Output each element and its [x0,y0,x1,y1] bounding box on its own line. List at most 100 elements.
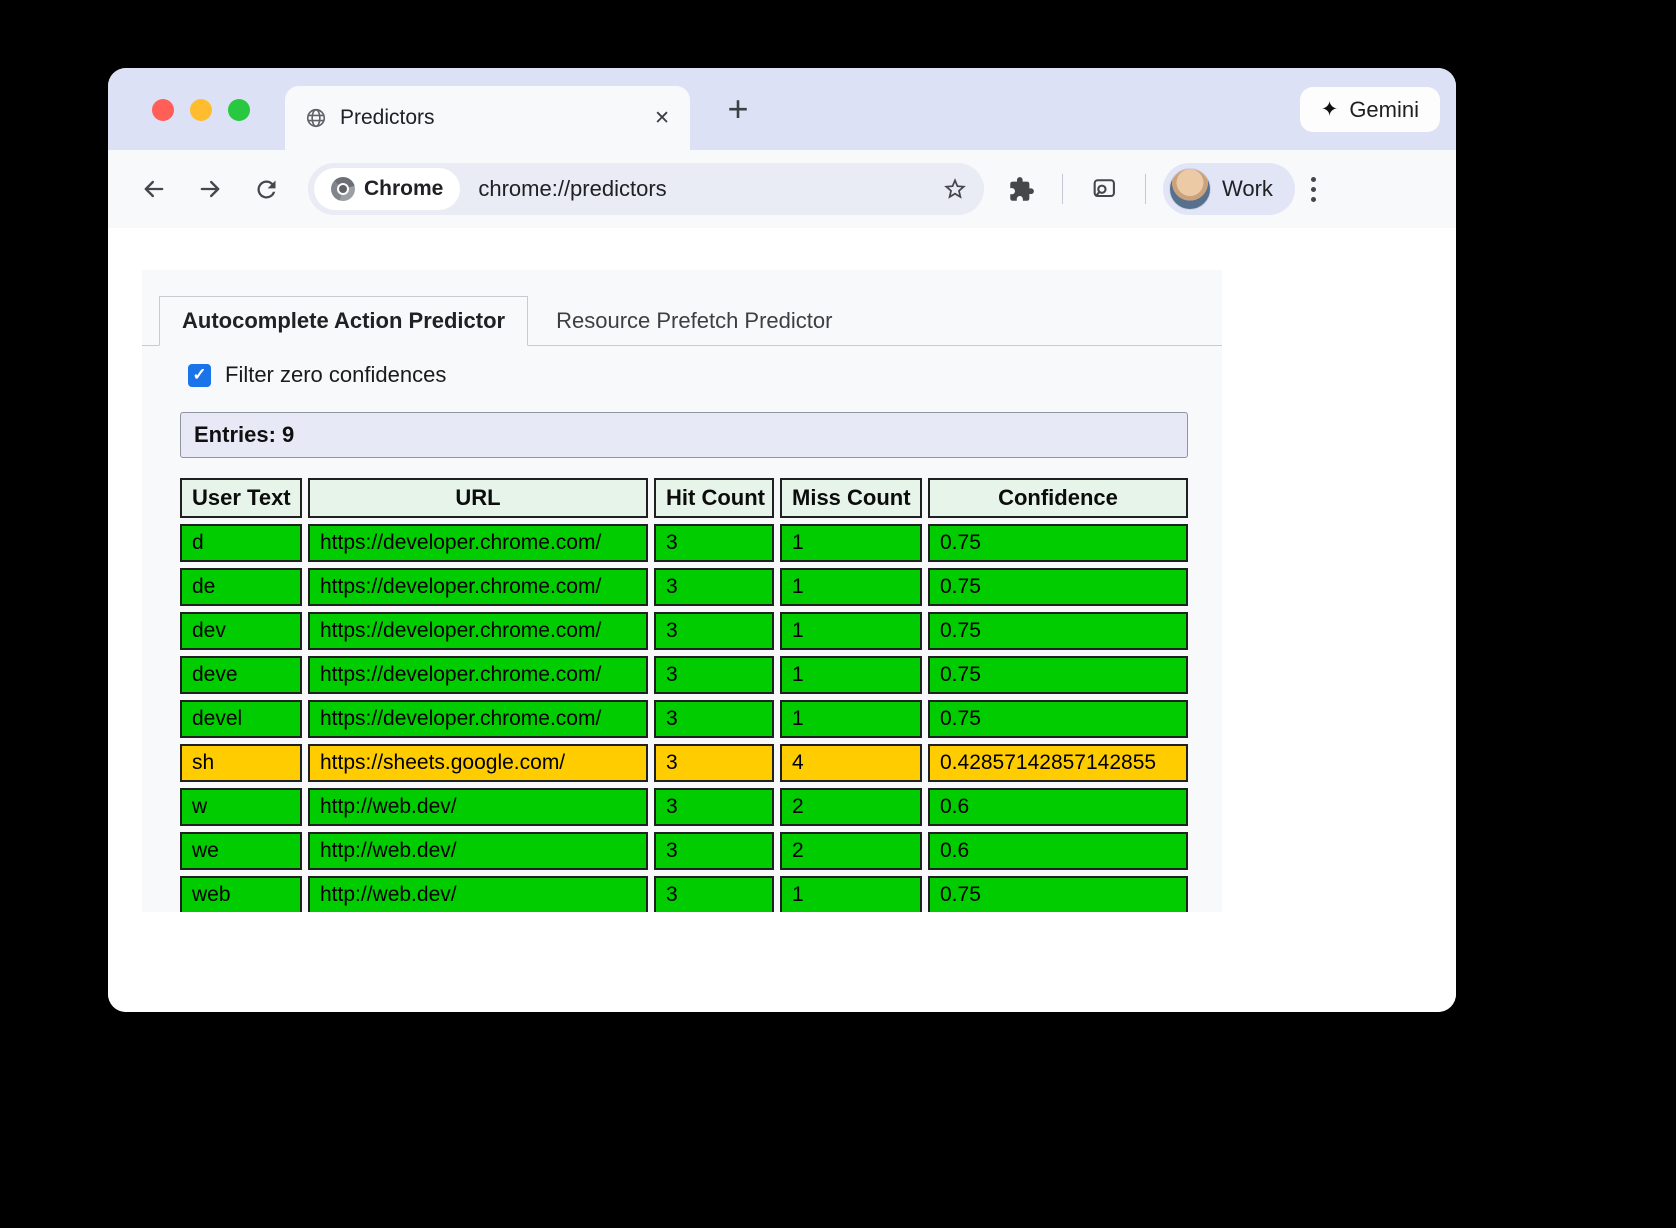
cell-confidence: 0.75 [928,568,1188,606]
browser-menu-button[interactable] [1311,177,1316,202]
cell-url: https://developer.chrome.com/ [308,568,648,606]
cell-hit-count: 3 [654,876,774,912]
cell-url: https://sheets.google.com/ [308,744,648,782]
cell-miss-count: 1 [780,524,922,562]
browser-tab-predictors[interactable]: Predictors ✕ [285,86,690,150]
forward-button[interactable] [187,166,233,212]
cell-confidence: 0.75 [928,656,1188,694]
cell-hit-count: 3 [654,568,774,606]
cell-hit-count: 3 [654,788,774,826]
cell-url: https://developer.chrome.com/ [308,524,648,562]
cell-hit-count: 3 [654,832,774,870]
tab-title: Predictors [340,106,641,130]
cell-url: https://developer.chrome.com/ [308,612,648,650]
table-row: de https://developer.chrome.com/ 3 1 0.7… [180,568,1188,606]
address-bar[interactable]: Chrome chrome://predictors [308,163,984,215]
chrome-logo-icon [331,177,355,201]
table-row: dev https://developer.chrome.com/ 3 1 0.… [180,612,1188,650]
navigation-bar: Chrome chrome://predictors [108,150,1456,228]
cell-user-text: devel [180,700,302,738]
cell-miss-count: 2 [780,788,922,826]
cell-user-text: d [180,524,302,562]
toolbar-divider [1145,174,1146,204]
cell-confidence: 0.75 [928,524,1188,562]
header-hit-count: Hit Count [654,478,774,518]
profile-avatar [1169,168,1211,210]
traffic-lights [152,99,250,121]
cell-hit-count: 3 [654,744,774,782]
cell-user-text: deve [180,656,302,694]
cell-miss-count: 1 [780,568,922,606]
table-row: devel https://developer.chrome.com/ 3 1 … [180,700,1188,738]
profile-chip[interactable]: Work [1163,163,1295,215]
cell-hit-count: 3 [654,656,774,694]
table-row: web http://web.dev/ 3 1 0.75 [180,876,1188,912]
reload-button[interactable] [243,166,289,212]
cell-url: http://web.dev/ [308,876,648,912]
cell-user-text: web [180,876,302,912]
browser-window: Predictors ✕ + ✦ Gemini C [108,68,1456,1012]
cell-confidence: 0.75 [928,612,1188,650]
profile-name: Work [1222,176,1273,202]
extensions-button[interactable] [998,166,1044,212]
url-text: chrome://predictors [478,176,666,202]
gemini-spark-icon: ✦ [1321,97,1339,122]
chrome-badge-label: Chrome [364,177,443,201]
header-url: URL [308,478,648,518]
cell-user-text: dev [180,612,302,650]
cell-miss-count: 1 [780,700,922,738]
predictor-table-body: d https://developer.chrome.com/ 3 1 0.75… [180,524,1188,912]
tab-search-button[interactable] [1081,166,1127,212]
cell-url: http://web.dev/ [308,788,648,826]
cell-confidence: 0.6 [928,788,1188,826]
cell-hit-count: 3 [654,524,774,562]
cell-user-text: sh [180,744,302,782]
entries-count: Entries: 9 [180,412,1188,458]
table-row: d https://developer.chrome.com/ 3 1 0.75 [180,524,1188,562]
predictors-panel: Autocomplete Action Predictor Resource P… [142,270,1222,912]
cell-confidence: 0.75 [928,700,1188,738]
zoom-window-button[interactable] [228,99,250,121]
table-row: w http://web.dev/ 3 2 0.6 [180,788,1188,826]
close-window-button[interactable] [152,99,174,121]
bookmark-star-icon[interactable] [942,176,968,202]
cell-confidence: 0.42857142857142855 [928,744,1188,782]
toolbar-divider [1062,174,1063,204]
cell-miss-count: 1 [780,656,922,694]
filter-row: Filter zero confidences [188,362,1222,388]
back-button[interactable] [131,166,177,212]
table-row: we http://web.dev/ 3 2 0.6 [180,832,1188,870]
cell-hit-count: 3 [654,612,774,650]
cell-user-text: de [180,568,302,606]
cell-url: http://web.dev/ [308,832,648,870]
cell-user-text: we [180,832,302,870]
cell-url: https://developer.chrome.com/ [308,700,648,738]
predictor-tab-bar: Autocomplete Action Predictor Resource P… [142,296,1222,346]
cell-hit-count: 3 [654,700,774,738]
table-header-row: User Text URL Hit Count Miss Count Confi… [180,478,1188,518]
tab-strip: Predictors ✕ + ✦ Gemini [108,68,1456,150]
table-row: deve https://developer.chrome.com/ 3 1 0… [180,656,1188,694]
header-miss-count: Miss Count [780,478,922,518]
cell-confidence: 0.6 [928,832,1188,870]
cell-confidence: 0.75 [928,876,1188,912]
header-user-text: User Text [180,478,302,518]
globe-icon [305,107,327,129]
predictor-table: User Text URL Hit Count Miss Count Confi… [174,472,1194,912]
cell-miss-count: 2 [780,832,922,870]
cell-miss-count: 4 [780,744,922,782]
chrome-badge[interactable]: Chrome [314,168,460,210]
tab-autocomplete-action-predictor[interactable]: Autocomplete Action Predictor [159,296,528,346]
tab-resource-prefetch-predictor[interactable]: Resource Prefetch Predictor [528,297,860,345]
filter-label: Filter zero confidences [225,362,446,388]
gemini-label: Gemini [1349,97,1419,123]
gemini-button[interactable]: ✦ Gemini [1300,87,1440,132]
cell-miss-count: 1 [780,612,922,650]
tab-close-icon[interactable]: ✕ [654,107,670,130]
minimize-window-button[interactable] [190,99,212,121]
cell-url: https://developer.chrome.com/ [308,656,648,694]
new-tab-button[interactable]: + [714,85,762,133]
table-row: sh https://sheets.google.com/ 3 4 0.4285… [180,744,1188,782]
filter-checkbox[interactable] [188,364,211,387]
page-content: Autocomplete Action Predictor Resource P… [108,270,1456,1012]
